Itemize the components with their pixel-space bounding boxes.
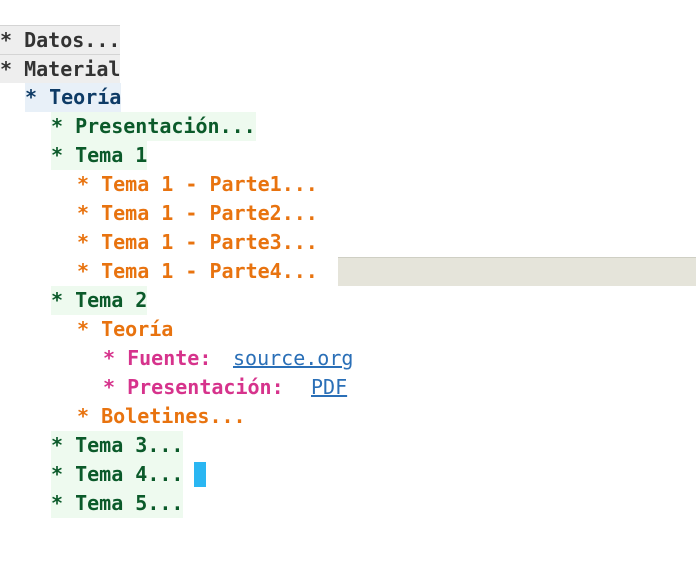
outline-line: * Teoría — [0, 83, 696, 112]
outline-line: * Boletines... — [0, 402, 696, 431]
outline-line: * Tema 3... — [0, 431, 696, 460]
link-pdf[interactable]: PDF — [311, 373, 347, 402]
outline-line: * Tema 4... — [0, 460, 696, 489]
heading-tema-1-parte1[interactable]: * Tema 1 - Parte1... — [77, 170, 318, 199]
heading-tema-1-parte2[interactable]: * Tema 1 - Parte2... — [77, 199, 318, 228]
heading-tema-4[interactable]: * Tema 4... — [51, 460, 184, 489]
outline-line-current: * Tema 1 - Parte4... — [0, 257, 696, 286]
link-source-org[interactable]: source.org — [233, 344, 353, 373]
current-line-highlight — [338, 257, 696, 286]
heading-tema-2-teoria[interactable]: * Teoría — [77, 315, 173, 344]
outline-line: * Teoría — [0, 315, 696, 344]
outline-line: * Datos... — [0, 25, 696, 54]
heading-fuente: * Fuente: — [103, 346, 212, 370]
outline-line: * Tema 1 - Parte2... — [0, 199, 696, 228]
heading-boletines[interactable]: * Boletines... — [77, 402, 246, 431]
outline-line: * Tema 1 - Parte1... — [0, 170, 696, 199]
heading-tema-1-parte3[interactable]: * Tema 1 - Parte3... — [77, 228, 318, 257]
text-cursor — [194, 462, 206, 487]
heading-datos[interactable]: * Datos... — [0, 25, 121, 54]
outline-line: * Tema 2 — [0, 286, 696, 315]
heading-tema-1-parte4[interactable]: * Tema 1 - Parte4... — [77, 257, 318, 286]
heading-material[interactable]: * Material — [0, 54, 121, 83]
heading-tema-1[interactable]: * Tema 1 — [51, 141, 148, 170]
outline-line: * Tema 1 — [0, 141, 696, 170]
heading-tema-3[interactable]: * Tema 3... — [51, 431, 184, 460]
outline-line: * Tema 1 - Parte3... — [0, 228, 696, 257]
outline-line: * Presentación... — [0, 112, 696, 141]
outline-line: * Fuente: source.org — [0, 344, 696, 373]
org-outline-editor[interactable]: * Datos... * Material * Teoría * Present… — [0, 25, 696, 518]
heading-teoria[interactable]: * Teoría — [25, 83, 122, 112]
outline-line: * Tema 5... — [0, 489, 696, 518]
heading-presentacion-pdf: * Presentación: — [103, 375, 284, 399]
heading-tema-5[interactable]: * Tema 5... — [51, 489, 184, 518]
outline-line: * Presentación: PDF — [0, 373, 696, 402]
outline-line: * Material — [0, 54, 696, 83]
heading-presentacion[interactable]: * Presentación... — [51, 112, 256, 141]
heading-tema-2[interactable]: * Tema 2 — [51, 286, 148, 315]
